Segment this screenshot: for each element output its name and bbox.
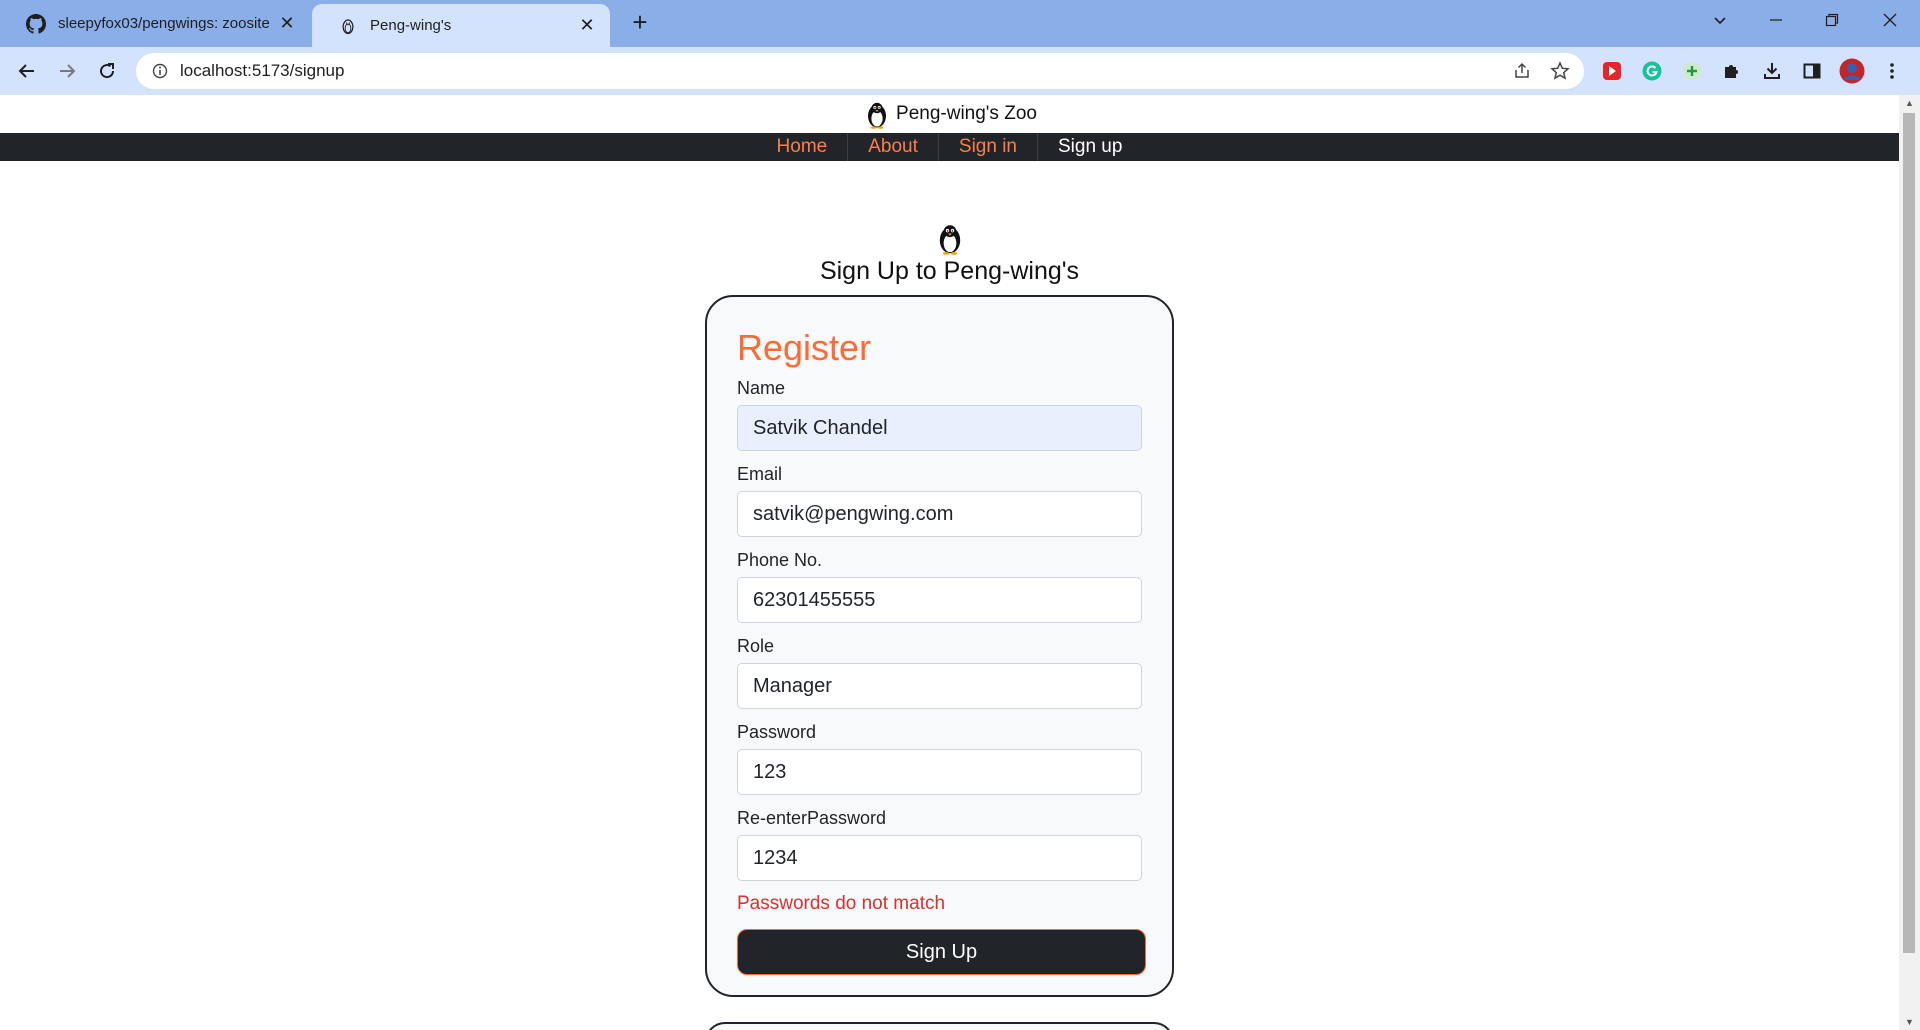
- password-input[interactable]: [737, 749, 1142, 795]
- grammarly-icon[interactable]: [1636, 55, 1668, 87]
- page-heading: Sign Up to Peng-wing's: [0, 221, 1899, 286]
- penguin-icon: [338, 16, 358, 36]
- page-scrollbar[interactable]: ▲ ▼: [1899, 95, 1920, 1030]
- forward-icon[interactable]: [51, 55, 83, 87]
- minimize-icon[interactable]: [1748, 0, 1804, 40]
- side-panel-icon[interactable]: [1796, 55, 1828, 87]
- sign-up-button[interactable]: Sign Up: [737, 929, 1146, 975]
- reload-icon[interactable]: [91, 55, 123, 87]
- nav-sign-in[interactable]: Sign in: [937, 133, 1037, 161]
- penguin-logo-icon: [868, 102, 887, 129]
- extension-plus-icon[interactable]: [1676, 55, 1708, 87]
- window-close-icon[interactable]: [1862, 0, 1918, 40]
- password-label: Password: [737, 722, 817, 742]
- penguin-logo-icon: [939, 225, 960, 255]
- brand-name: Peng-wing's Zoo: [896, 103, 1037, 124]
- nav-sign-up[interactable]: Sign up: [1037, 133, 1142, 161]
- tab-title: Peng-wing's: [370, 17, 452, 34]
- name-input[interactable]: [737, 405, 1142, 451]
- name-label: Name: [737, 378, 786, 398]
- phone-input[interactable]: [737, 577, 1142, 623]
- register-form: Register Name Email Phone No. Role Passw…: [705, 295, 1174, 997]
- phone-label: Phone No.: [737, 550, 823, 570]
- email-input[interactable]: [737, 491, 1142, 537]
- nav-home[interactable]: Home: [757, 133, 848, 161]
- extensions-puzzle-icon[interactable]: [1716, 55, 1748, 87]
- site-brand[interactable]: Peng-wing's Zoo: [0, 95, 1899, 133]
- bookmark-star-icon[interactable]: [1546, 57, 1574, 85]
- browser-toolbar: localhost:5173/signup: [0, 47, 1920, 95]
- close-icon[interactable]: ✕: [578, 15, 596, 36]
- browser-tab-github[interactable]: sleepyfox03/pengwings: zoosite ✕: [0, 0, 310, 47]
- back-icon[interactable]: [11, 55, 43, 87]
- page-viewport: Peng-wing's Zoo Home About Sign in Sign …: [0, 95, 1899, 1030]
- restore-icon[interactable]: [1804, 0, 1860, 40]
- scroll-down-arrow-icon[interactable]: ▼: [1899, 1014, 1920, 1030]
- password-mismatch-error: Passwords do not match: [737, 893, 946, 914]
- close-icon[interactable]: ✕: [278, 13, 296, 34]
- more-vert-icon[interactable]: [1876, 55, 1908, 87]
- download-icon[interactable]: [1756, 55, 1788, 87]
- share-icon[interactable]: [1508, 57, 1536, 85]
- nav-about[interactable]: About: [847, 133, 938, 161]
- role-input[interactable]: [737, 663, 1142, 709]
- profile-avatar[interactable]: [1836, 55, 1868, 87]
- form-title: Register: [737, 327, 872, 368]
- site-navbar: Home About Sign in Sign up: [0, 133, 1899, 161]
- browser-tab-pengwings[interactable]: Peng-wing's ✕: [312, 4, 610, 47]
- scroll-up-arrow-icon[interactable]: ▲: [1899, 95, 1920, 111]
- page-title: Sign Up to Peng-wing's: [819, 257, 1080, 285]
- tab-search-chevron-icon[interactable]: [1692, 0, 1748, 40]
- info-icon[interactable]: [150, 61, 170, 81]
- tab-title: sleepyfox03/pengwings: zoosite: [58, 15, 270, 32]
- extension-red-icon[interactable]: [1596, 55, 1628, 87]
- email-label: Email: [737, 464, 783, 484]
- url-text: localhost:5173/signup: [180, 61, 345, 80]
- scrollbar-thumb[interactable]: [1903, 113, 1915, 953]
- github-icon: [26, 13, 46, 34]
- role-label: Role: [737, 636, 775, 656]
- repassword-label: Re-enterPassword: [737, 808, 887, 828]
- secondary-card: [705, 1022, 1174, 1030]
- address-bar[interactable]: localhost:5173/signup: [136, 53, 1584, 89]
- new-tab-icon[interactable]: +: [624, 6, 656, 38]
- repassword-input[interactable]: [737, 835, 1142, 881]
- browser-tab-strip: sleepyfox03/pengwings: zoosite ✕ Peng-wi…: [0, 0, 1920, 47]
